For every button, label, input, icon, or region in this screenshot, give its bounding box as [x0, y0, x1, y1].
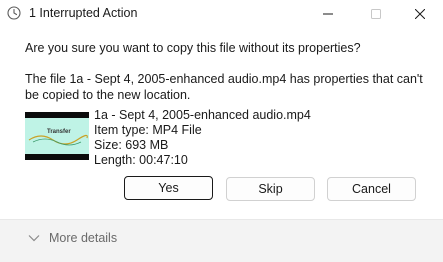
thumbnail-text: Transfer [47, 129, 71, 135]
file-type: Item type: MP4 File [94, 123, 202, 137]
yes-button[interactable]: Yes [124, 176, 213, 200]
dialog-message: The file 1a - Sept 4, 2005-enhanced audi… [25, 72, 423, 102]
cancel-button[interactable]: Cancel [327, 177, 416, 201]
dialog-question: Are you sure you want to copy this file … [25, 41, 361, 55]
more-details-label: More details [49, 231, 118, 245]
file-size: Size: 693 MB [94, 138, 169, 152]
minimize-button[interactable] [305, 0, 351, 28]
skip-button[interactable]: Skip [226, 177, 315, 201]
file-info: 1a - Sept 4, 2005-enhanced audio.mp4 Ite… [94, 108, 311, 168]
file-name: 1a - Sept 4, 2005-enhanced audio.mp4 [94, 108, 311, 122]
thumbnail-graphic: Transfer [28, 129, 88, 146]
maximize-icon [371, 9, 381, 19]
close-button[interactable] [397, 0, 443, 28]
window-title: 1 Interrupted Action [29, 6, 138, 20]
close-icon [415, 9, 425, 19]
chevron-down-icon [28, 235, 40, 242]
minimize-icon [323, 13, 333, 15]
clock-icon [7, 6, 21, 20]
thumbnail-image: Transfer [25, 118, 89, 154]
more-details-toggle[interactable]: More details [28, 231, 117, 245]
title-bar: 1 Interrupted Action [0, 0, 443, 28]
file-thumbnail: Transfer [25, 112, 89, 160]
file-length: Length: 00:47:10 [94, 153, 188, 167]
dialog-footer: More details [0, 219, 443, 262]
maximize-button[interactable] [353, 0, 399, 28]
